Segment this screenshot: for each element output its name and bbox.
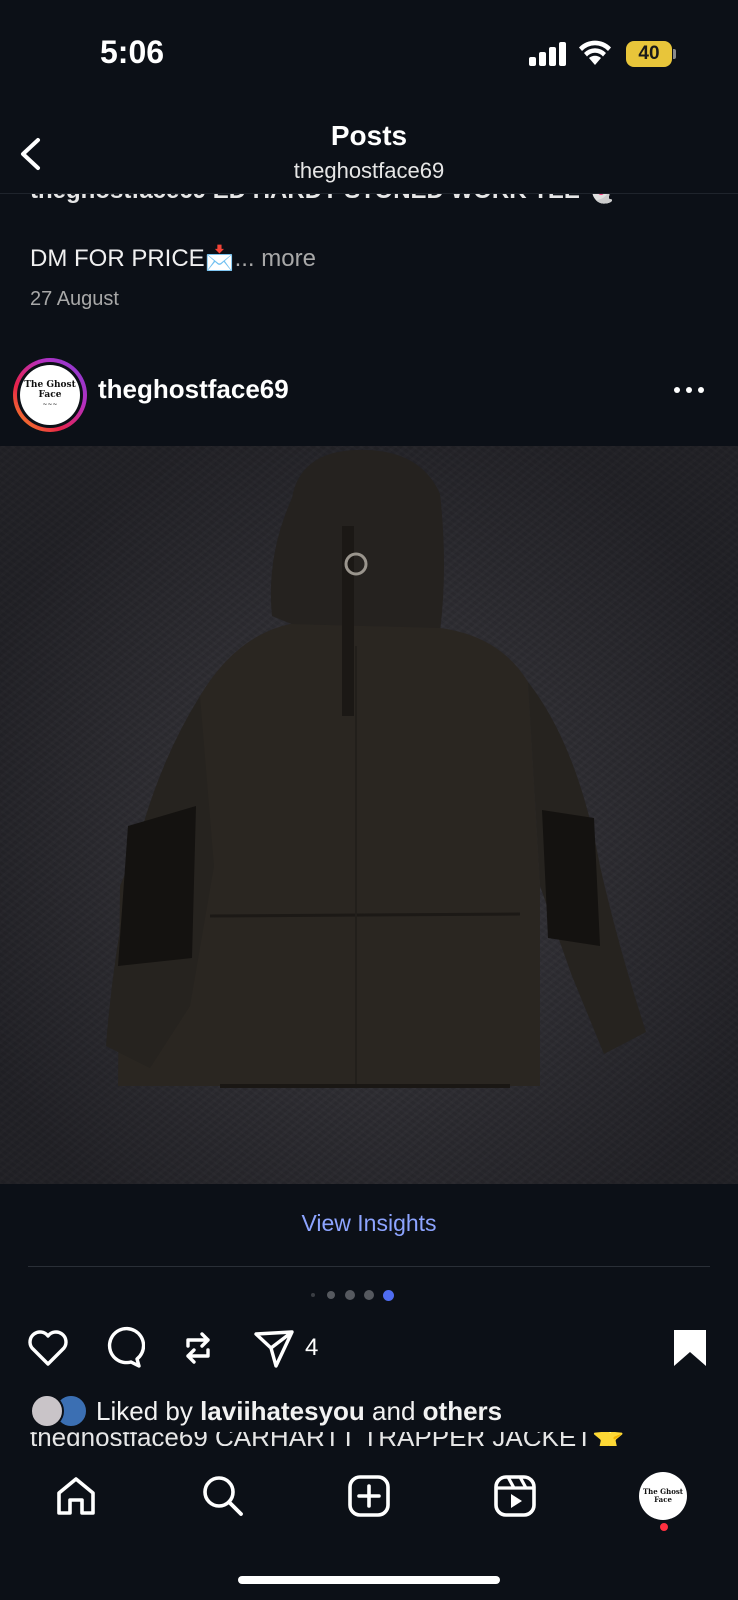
page-title: Posts — [330, 120, 408, 151]
cellular-signal-icon — [529, 42, 567, 66]
previous-post-date: 27 August — [30, 288, 119, 310]
reels-icon — [494, 1475, 536, 1517]
page-subtitle[interactable]: theghostface69 — [0, 158, 738, 184]
wifi-icon — [579, 40, 611, 65]
battery-level: 40 — [638, 43, 660, 64]
post-username[interactable]: theghostface69 — [98, 374, 289, 405]
likes-row[interactable]: Liked by laviihatesyou and others — [30, 1392, 730, 1432]
carousel-dot — [327, 1291, 335, 1299]
carousel-dot — [311, 1293, 315, 1297]
tab-profile[interactable]: The Ghost Face — [633, 1466, 693, 1526]
next-caption-text: theghostface69 CARHARTT TRAPPER JACKET⭐ — [30, 1432, 624, 1446]
post-header: The Ghost Face ~~~ theghostface69 — [0, 350, 738, 440]
avatar-image: The Ghost Face ~~~ — [20, 365, 80, 425]
profile-avatar: The Ghost Face — [639, 1472, 687, 1520]
carousel-dot — [345, 1290, 355, 1300]
carousel-dot — [364, 1290, 374, 1300]
comment-icon[interactable] — [101, 1326, 145, 1370]
liked-by-others[interactable]: others — [423, 1396, 502, 1426]
home-indicator[interactable] — [238, 1576, 500, 1584]
divider — [28, 1266, 710, 1267]
post-actions: 4 — [0, 1320, 738, 1370]
previous-caption: DM FOR PRICE📩... more — [30, 244, 316, 273]
tab-reels[interactable] — [485, 1466, 545, 1526]
more-options-icon[interactable] — [672, 382, 712, 402]
tab-home[interactable] — [46, 1466, 106, 1526]
liked-by-user[interactable]: laviihatesyou — [200, 1396, 365, 1426]
liked-by-and: and — [372, 1396, 416, 1426]
like-icon[interactable] — [26, 1326, 70, 1370]
home-icon — [57, 1477, 95, 1515]
liked-by-prefix: Liked by — [96, 1396, 193, 1426]
liker-avatar — [30, 1394, 64, 1428]
tab-create[interactable] — [339, 1466, 399, 1526]
nav-header: Posts theghostface69 — [0, 110, 738, 194]
previous-caption-text: DM FOR PRICE📩 — [30, 245, 235, 272]
status-time: 5:06 — [100, 34, 165, 70]
carousel-indicator — [305, 1288, 415, 1302]
battery-icon: 40 — [626, 41, 676, 67]
repost-icon[interactable] — [176, 1326, 220, 1370]
view-insights-link[interactable]: View Insights — [0, 1210, 738, 1237]
share-count: 4 — [305, 1334, 319, 1361]
jacket-image — [106, 449, 646, 1088]
save-icon[interactable] — [668, 1326, 712, 1370]
more-link[interactable]: ... more — [235, 245, 316, 272]
post-photo[interactable] — [0, 446, 738, 1184]
likes-text: Liked by laviihatesyou and others — [96, 1396, 502, 1427]
profile-avatar-text: The Ghost Face — [642, 1487, 684, 1504]
tab-search[interactable] — [193, 1466, 253, 1526]
avatar-text: The Ghost Face — [24, 380, 76, 400]
search-icon — [203, 1476, 243, 1516]
status-bar: 5:06 40 — [0, 0, 738, 110]
next-caption-cut: theghostface69 CARHARTT TRAPPER JACKET⭐ — [30, 1432, 730, 1446]
notification-dot — [660, 1523, 668, 1531]
avatar[interactable]: The Ghost Face ~~~ — [13, 358, 87, 432]
share-icon[interactable] — [252, 1326, 296, 1370]
carousel-dot-active — [383, 1290, 394, 1301]
create-icon — [348, 1475, 390, 1517]
